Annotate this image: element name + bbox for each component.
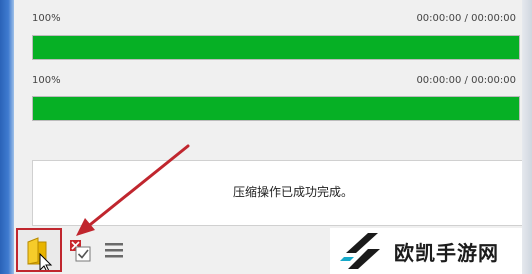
close-options-button[interactable] — [68, 238, 92, 262]
progress-time-label: 00:00:00 / 00:00:00 — [416, 75, 516, 86]
status-message-panel: 压缩操作已成功完成。 — [32, 160, 532, 226]
progress-bar-file — [32, 96, 520, 121]
open-folder-button[interactable] — [16, 228, 62, 272]
close-checkbox-icon — [70, 240, 91, 262]
open-folder-icon — [27, 237, 53, 270]
menu-button[interactable] — [102, 238, 126, 262]
menu-icon — [105, 243, 123, 258]
progress-time-label: 00:00:00 / 00:00:00 — [416, 13, 516, 24]
progress-bar-fill — [33, 97, 519, 120]
bottom-toolbar — [14, 228, 344, 274]
watermark-text: 欧凯手游网 — [394, 241, 499, 265]
progress-bar-fill — [33, 36, 519, 59]
status-message: 压缩操作已成功完成。 — [233, 185, 354, 199]
progress-percent-label: 100% — [32, 75, 61, 86]
ok-logo-icon — [340, 233, 380, 269]
window-border — [522, 0, 532, 274]
progress-percent-label: 100% — [32, 13, 61, 24]
desktop-edge — [0, 0, 14, 274]
progress-bar-total — [32, 35, 520, 60]
watermark: 欧凯手游网 — [330, 228, 522, 274]
